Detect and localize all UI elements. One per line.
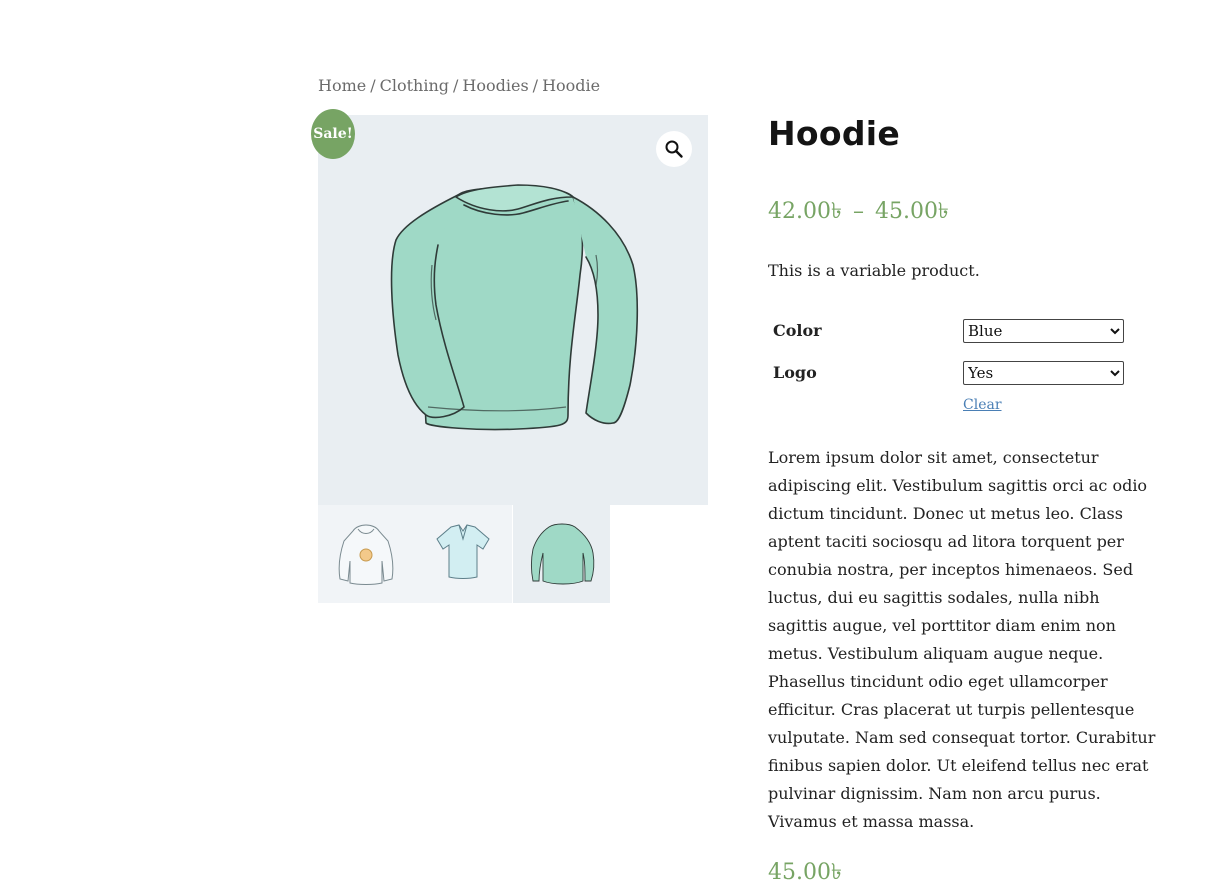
breadcrumb-hoodies[interactable]: Hoodies <box>462 76 528 95</box>
polo-thumbnail-image <box>436 524 490 579</box>
sweater-thumbnail-image <box>531 523 595 585</box>
price-range: 42.00৳ – 45.00৳ <box>768 194 949 231</box>
breadcrumb-separator: / <box>370 76 376 95</box>
thumbnail-polo[interactable] <box>415 505 512 603</box>
zoom-button[interactable] <box>656 131 692 167</box>
breadcrumb-separator: / <box>453 76 459 95</box>
variation-label-color: Color <box>773 321 822 340</box>
price-min: 42.00৳ <box>768 199 842 224</box>
price-separator: – <box>852 199 864 224</box>
breadcrumb-clothing[interactable]: Clothing <box>380 76 449 95</box>
breadcrumb-separator: / <box>532 76 539 95</box>
breadcrumb: Home / Clothing / Hoodies / Hoodie <box>318 76 600 95</box>
sale-badge: Sale! <box>311 109 355 159</box>
product-title: Hoodie <box>768 114 901 153</box>
short-description: This is a variable product. <box>768 261 980 280</box>
breadcrumb-current: Hoodie <box>542 76 601 95</box>
clear-variations-link[interactable]: Clear <box>963 397 1002 413</box>
sweater-illustration <box>390 184 639 431</box>
variation-label-logo: Logo <box>773 363 817 382</box>
magnifier-icon <box>665 140 683 158</box>
variation-price: 45.00৳ <box>768 860 842 885</box>
logo-select[interactable]: Yes <box>963 361 1124 385</box>
thumbnail-sweater[interactable] <box>513 505 610 603</box>
price-max: 45.00৳ <box>874 199 949 224</box>
hoodie-thumbnail-image <box>338 524 394 585</box>
main-product-image[interactable] <box>318 115 708 505</box>
breadcrumb-home[interactable]: Home <box>318 76 366 95</box>
color-select[interactable]: Blue <box>963 319 1124 343</box>
product-description: Lorem ipsum dolor sit amet, consectetur … <box>768 448 1156 831</box>
thumbnail-hoodie[interactable] <box>318 505 415 603</box>
